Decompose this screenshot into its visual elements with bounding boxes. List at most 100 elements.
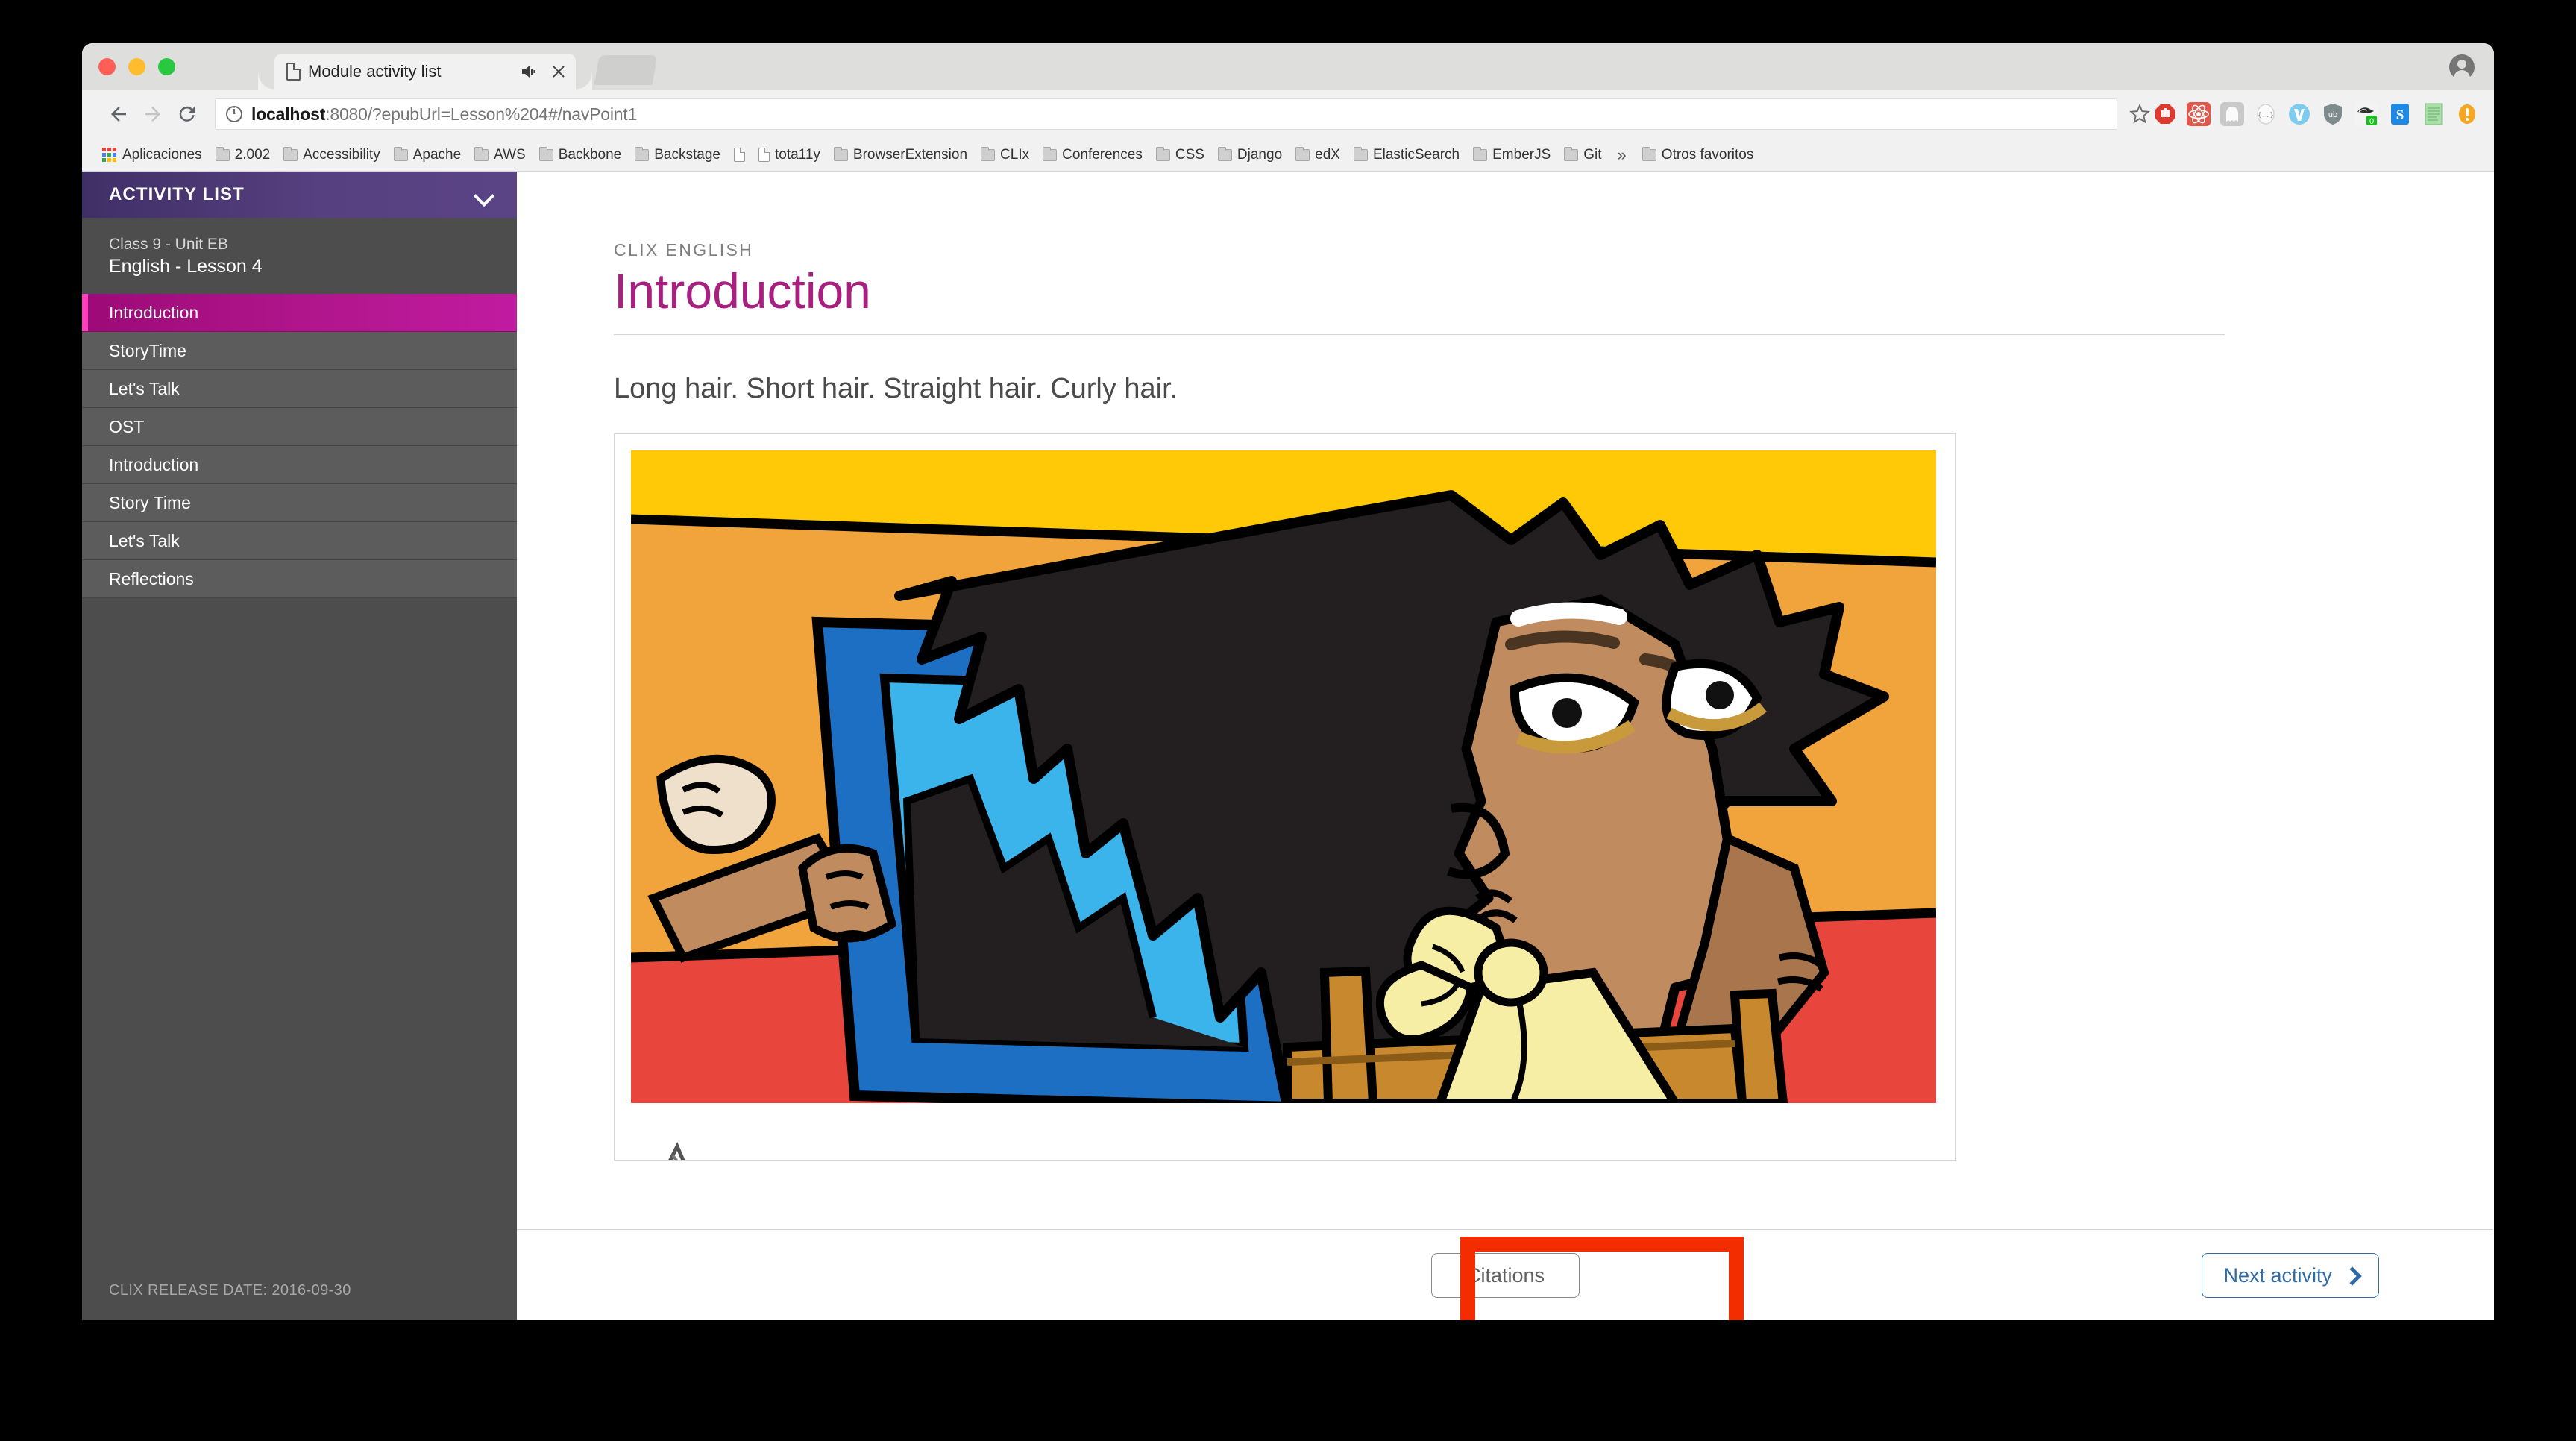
sidebar-item-label: OST <box>109 416 145 436</box>
next-activity-label: Next activity <box>2223 1263 2332 1287</box>
tab-title: Module activity list <box>308 62 442 81</box>
back-arrow-icon[interactable] <box>101 97 136 131</box>
tab-strip: Module activity list <box>82 43 2494 90</box>
star-icon[interactable] <box>2129 103 2150 125</box>
address-bar[interactable]: localhost:8080/?epubUrl=Lesson%204#/navP… <box>215 98 2117 130</box>
react-devtools-icon[interactable] <box>2187 102 2211 126</box>
sidebar-item-let-s-talk[interactable]: Let's Talk <box>82 522 517 560</box>
warning-extension-icon[interactable] <box>2455 102 2479 126</box>
stylish-icon[interactable]: S <box>2388 102 2412 126</box>
bookmark-item[interactable]: Conferences <box>1036 145 1149 166</box>
bookmark-label: 2.002 <box>234 146 271 163</box>
url-text: localhost:8080/?epubUrl=Lesson%204#/navP… <box>251 104 637 125</box>
folder-icon <box>1353 146 1368 161</box>
folder-icon <box>833 146 848 161</box>
reload-icon[interactable] <box>170 97 204 131</box>
activity-list-header[interactable]: ACTIVITY LIST <box>82 172 517 218</box>
bookmark-item[interactable]: CSS <box>1149 145 1211 166</box>
bookmark-other-favorites[interactable]: Otros favoritos <box>1636 145 1761 166</box>
sidebar-item-label: Reflections <box>109 568 194 588</box>
chevron-right-icon <box>2346 1269 2357 1281</box>
minimize-window-button[interactable] <box>128 58 145 75</box>
folder-icon <box>1217 146 1232 161</box>
folder-icon <box>1295 146 1310 161</box>
sidebar-item-introduction[interactable]: Introduction <box>82 294 517 332</box>
svg-text:S: S <box>2396 107 2404 123</box>
bookmarks-overflow-chevron[interactable]: » <box>1609 145 1636 165</box>
bookmark-item[interactable]: Apache <box>387 145 468 166</box>
profile-avatar-icon[interactable] <box>2449 54 2475 82</box>
bookmark-item[interactable]: 2.002 <box>209 145 277 166</box>
sidebar-item-storytime[interactable]: StoryTime <box>82 332 517 370</box>
bookmark-item[interactable]: EmberJS <box>1466 145 1557 166</box>
bookmark-item[interactable]: ElasticSearch <box>1347 145 1466 166</box>
page-title: Introduction <box>614 263 871 318</box>
close-window-button[interactable] <box>98 58 116 75</box>
vimium-icon[interactable] <box>2287 102 2311 126</box>
apps-grid-icon <box>102 147 117 163</box>
activity-list-sidebar: ACTIVITY LIST Class 9 - Unit EB English … <box>82 172 517 1320</box>
next-activity-button[interactable]: Next activity <box>2202 1253 2379 1298</box>
audio-waveform-icon[interactable] <box>661 1133 713 1160</box>
main-content: CLIX ENGLISH Introduction Long hair. Sho… <box>517 172 2494 1320</box>
bookmark-item[interactable] <box>727 145 752 164</box>
bookmark-label: ElasticSearch <box>1372 146 1460 163</box>
bookmark-item[interactable]: tota11y <box>752 145 827 166</box>
bookmark-apps[interactable]: Aplicaciones <box>95 145 209 166</box>
maximize-window-button[interactable] <box>158 58 175 75</box>
bookmark-item[interactable]: Django <box>1211 145 1289 166</box>
bookmark-label: CLIx <box>1000 146 1030 163</box>
sidebar-item-story-time[interactable]: Story Time <box>82 484 517 522</box>
sidebar-item-label: Introduction <box>109 454 199 474</box>
speaker-icon[interactable] <box>521 64 538 79</box>
bookmark-item[interactable]: Backstage <box>628 145 727 166</box>
bookmark-label: Apache <box>412 146 462 163</box>
sidebar-item-reflections[interactable]: Reflections <box>82 560 517 598</box>
bookmark-label: AWS <box>494 146 526 163</box>
lesson-meta: Class 9 - Unit EB English - Lesson 4 <box>82 218 517 294</box>
bookmark-item[interactable]: CLIx <box>974 145 1036 166</box>
folder-icon <box>538 146 553 161</box>
json-formatter-icon[interactable]: {..} <box>2254 102 2278 126</box>
sidebar-item-ost[interactable]: OST <box>82 408 517 446</box>
folder-icon <box>1642 146 1656 161</box>
ghost-extension-icon[interactable] <box>2220 102 2244 126</box>
bookmark-label: tota11y <box>774 146 820 163</box>
svg-text:ub: ub <box>2328 110 2337 119</box>
close-icon[interactable] <box>550 63 567 80</box>
notepad-extension-icon[interactable] <box>2422 102 2445 126</box>
folder-icon <box>635 146 650 161</box>
bookmark-label: Aplicaciones <box>122 146 202 163</box>
sidebar-item-let-s-talk[interactable]: Let's Talk <box>82 370 517 408</box>
bookmark-item[interactable]: Accessibility <box>277 145 386 166</box>
title-divider <box>614 334 2225 336</box>
ublock-origin-icon[interactable]: ub <box>2321 102 2345 126</box>
adblock-icon[interactable] <box>2153 102 2177 126</box>
lesson-unit-label: Class 9 - Unit EB <box>109 236 228 253</box>
privacy-badger-icon[interactable]: 0 <box>2354 102 2378 126</box>
svg-text:{..}: {..} <box>2258 112 2274 119</box>
sidebar-item-introduction[interactable]: Introduction <box>82 446 517 484</box>
browser-tab[interactable]: Module activity list <box>274 54 592 90</box>
folder-icon <box>1473 146 1488 161</box>
bookmarks-bar: Aplicaciones 2.002 Accessibility Apache AWS… <box>82 139 2494 172</box>
content-scroll-area[interactable]: CLIX ENGLISH Introduction Long hair. Sho… <box>517 172 2494 1229</box>
info-circle-icon[interactable] <box>226 105 242 122</box>
sidebar-item-label: StoryTime <box>109 340 186 360</box>
illustration-card <box>614 433 1956 1161</box>
content-right-edge <box>2493 172 2494 1320</box>
bookmark-label: Otros favoritos <box>1661 146 1754 163</box>
new-tab-button[interactable] <box>594 55 658 85</box>
citations-button[interactable]: Citations <box>1430 1252 1580 1298</box>
bookmark-label: Git <box>1583 146 1602 163</box>
bookmark-item[interactable]: Backbone <box>533 145 629 166</box>
bookmark-item[interactable]: edX <box>1289 145 1347 166</box>
folder-icon <box>283 146 298 161</box>
bookmark-item[interactable]: BrowserExtension <box>827 145 974 166</box>
window-traffic-lights <box>98 58 175 75</box>
bookmark-item[interactable]: Git <box>1557 145 1608 166</box>
forward-arrow-icon[interactable] <box>136 97 170 131</box>
bookmark-item[interactable]: AWS <box>468 145 533 166</box>
chevron-down-icon[interactable] <box>474 189 494 201</box>
folder-icon <box>474 146 489 161</box>
